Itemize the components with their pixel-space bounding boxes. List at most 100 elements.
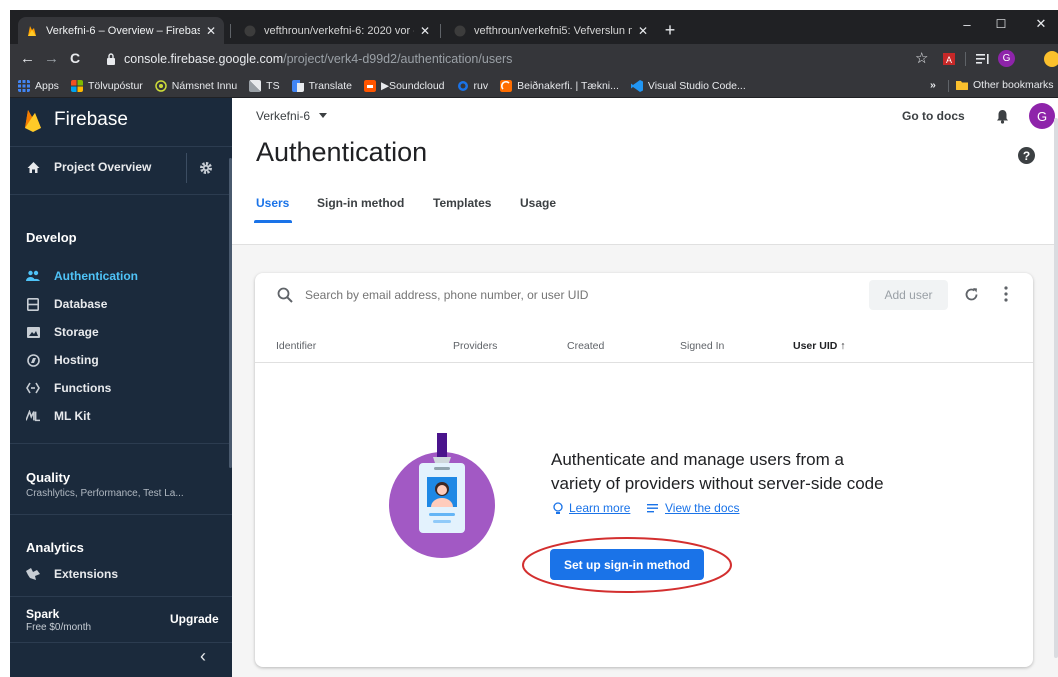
tab-sign-in-method[interactable]: Sign-in method <box>317 196 404 210</box>
view-docs-link[interactable]: View the docs <box>647 501 740 515</box>
bookmark-beidnakerfi[interactable]: Beiðnakerfi. | Tækni... <box>500 79 619 92</box>
bookmark-label: Apps <box>35 79 59 92</box>
tab-title: vefthroun/verkefni5: Vefverslun m <box>474 24 632 37</box>
bookmark-label: Námsnet Innu <box>171 79 238 92</box>
divider <box>10 194 232 195</box>
divider <box>10 596 232 597</box>
user-avatar[interactable]: G <box>1029 103 1055 129</box>
star-icon[interactable]: ☆ <box>915 49 928 67</box>
maximize-button[interactable]: ☐ <box>980 10 1022 38</box>
address-bar[interactable]: console.firebase.google.com /project/ver… <box>106 48 1046 70</box>
tab-users[interactable]: Users <box>256 196 289 210</box>
browser-toolbar: ← → C console.firebase.google.com /proje… <box>10 44 1058 74</box>
main-scrollbar[interactable] <box>1054 118 1058 658</box>
extensions-icon <box>26 567 40 581</box>
toolbar-divider <box>965 52 966 66</box>
inna-icon <box>155 79 167 92</box>
storage-icon <box>26 325 40 339</box>
firebase-icon <box>28 25 36 36</box>
bookmark-label: ▶Soundcloud <box>380 79 445 92</box>
tab-github-1[interactable]: vefthroun/verkefni-6: 2020 vor - ✕ <box>236 17 438 44</box>
back-icon[interactable]: ← <box>20 50 35 67</box>
more-bookmarks-icon[interactable]: » <box>930 79 936 91</box>
bookmark-soundcloud[interactable]: ▶Soundcloud <box>363 79 445 92</box>
tab-templates[interactable]: Templates <box>433 196 491 210</box>
media-queue-icon[interactable] <box>976 53 990 65</box>
tab-github-2[interactable]: vefthroun/verkefni5: Vefverslun m ✕ <box>446 17 656 44</box>
bookmark-label: Tölvupóstur <box>87 79 143 92</box>
divider <box>10 443 232 444</box>
sidebar-item-extensions[interactable]: Extensions <box>26 567 118 581</box>
reload-icon[interactable]: C <box>70 50 80 66</box>
upgrade-button[interactable]: Upgrade <box>170 612 219 626</box>
notifications-bell-icon[interactable] <box>996 109 1009 124</box>
extension-icon[interactable] <box>1044 51 1058 67</box>
bookmark-vscode[interactable]: Visual Studio Code... <box>630 79 746 92</box>
add-user-button[interactable]: Add user <box>869 280 948 310</box>
bookmark-apps[interactable]: Apps <box>18 79 59 92</box>
vscode-icon <box>630 79 643 92</box>
column-identifier[interactable]: Identifier <box>276 340 316 352</box>
main-content: Verkefni-6 Go to docs G Authentication ?… <box>232 98 1058 677</box>
project-overview-link[interactable]: Project Overview <box>26 160 151 174</box>
close-tab-icon[interactable]: ✕ <box>206 24 216 38</box>
other-bookmarks[interactable]: Other bookmarks <box>956 79 1054 91</box>
beidnakerfi-icon <box>500 79 513 92</box>
sidebar-item-label: Storage <box>54 325 99 339</box>
section-analytics[interactable]: Analytics <box>26 540 84 555</box>
ml-kit-icon <box>26 409 40 423</box>
bookmark-translate[interactable]: Translate <box>291 79 352 92</box>
sidebar-item-storage[interactable]: Storage <box>26 325 99 339</box>
search-icon <box>277 287 293 303</box>
gear-icon[interactable] <box>199 161 213 175</box>
firebase-brand[interactable]: Firebase <box>24 108 128 132</box>
section-develop[interactable]: Develop <box>26 230 77 245</box>
go-to-docs-link[interactable]: Go to docs <box>902 109 965 123</box>
more-vert-icon[interactable] <box>1004 286 1008 302</box>
svg-text:A: A <box>946 55 952 65</box>
help-icon[interactable]: ? <box>1018 147 1035 164</box>
learn-more-label: Learn more <box>569 501 631 515</box>
view-docs-label: View the docs <box>665 501 740 515</box>
home-icon <box>26 160 40 174</box>
bookmark-ts[interactable]: TS <box>249 79 280 92</box>
plan-price: Free $0/month <box>26 622 92 633</box>
sidebar-item-hosting[interactable]: Hosting <box>26 353 99 367</box>
bookmark-ruv[interactable]: ruv <box>457 80 488 92</box>
column-providers[interactable]: Providers <box>453 340 497 352</box>
sidebar-item-authentication[interactable]: Authentication <box>26 269 138 283</box>
column-signed-in[interactable]: Signed In <box>680 340 724 352</box>
bookmark-label: Translate <box>308 79 352 92</box>
bookmark-namsnet[interactable]: Námsnet Innu <box>155 80 237 92</box>
collapse-sidebar-icon[interactable]: ‹ <box>200 646 206 667</box>
project-selector[interactable]: Verkefni-6 <box>256 109 328 123</box>
sidebar-item-ml-kit[interactable]: ML Kit <box>26 409 90 423</box>
sidebar-item-functions[interactable]: Functions <box>26 381 111 395</box>
refresh-icon[interactable] <box>964 287 979 302</box>
search-input[interactable] <box>305 285 825 305</box>
close-tab-icon[interactable]: ✕ <box>420 24 430 38</box>
forward-icon[interactable]: → <box>44 50 59 67</box>
sidebar-item-database[interactable]: Database <box>26 297 107 311</box>
ts-icon <box>249 79 262 92</box>
learn-more-link[interactable]: Learn more <box>553 501 630 515</box>
close-tab-icon[interactable]: ✕ <box>638 24 648 38</box>
sidebar-item-label: Database <box>54 297 108 311</box>
pdf-extension-icon[interactable]: A <box>942 52 956 66</box>
section-quality[interactable]: Quality <box>26 470 70 485</box>
column-created[interactable]: Created <box>567 340 604 352</box>
hosting-icon <box>26 353 40 367</box>
tab-usage[interactable]: Usage <box>520 196 556 210</box>
tab-firebase[interactable]: Verkefni-6 – Overview – Firebase ✕ <box>18 17 224 44</box>
sidebar-item-label: Hosting <box>54 353 99 367</box>
empty-state-line-1: Authenticate and manage users from a <box>551 450 844 469</box>
close-window-button[interactable]: ✕ <box>1020 10 1058 38</box>
soundcloud-icon <box>363 79 376 92</box>
users-icon <box>26 269 40 283</box>
bookmarks-bar: Apps Tölvupóstur Námsnet Innu TS Transla… <box>10 74 1058 98</box>
new-tab-button[interactable]: + <box>660 21 680 41</box>
bookmark-tolvupostur[interactable]: Tölvupóstur <box>70 79 143 92</box>
profile-avatar[interactable]: G <box>998 50 1015 67</box>
github-icon <box>454 25 466 36</box>
column-user-uid[interactable]: User UID ↑ <box>793 340 846 352</box>
